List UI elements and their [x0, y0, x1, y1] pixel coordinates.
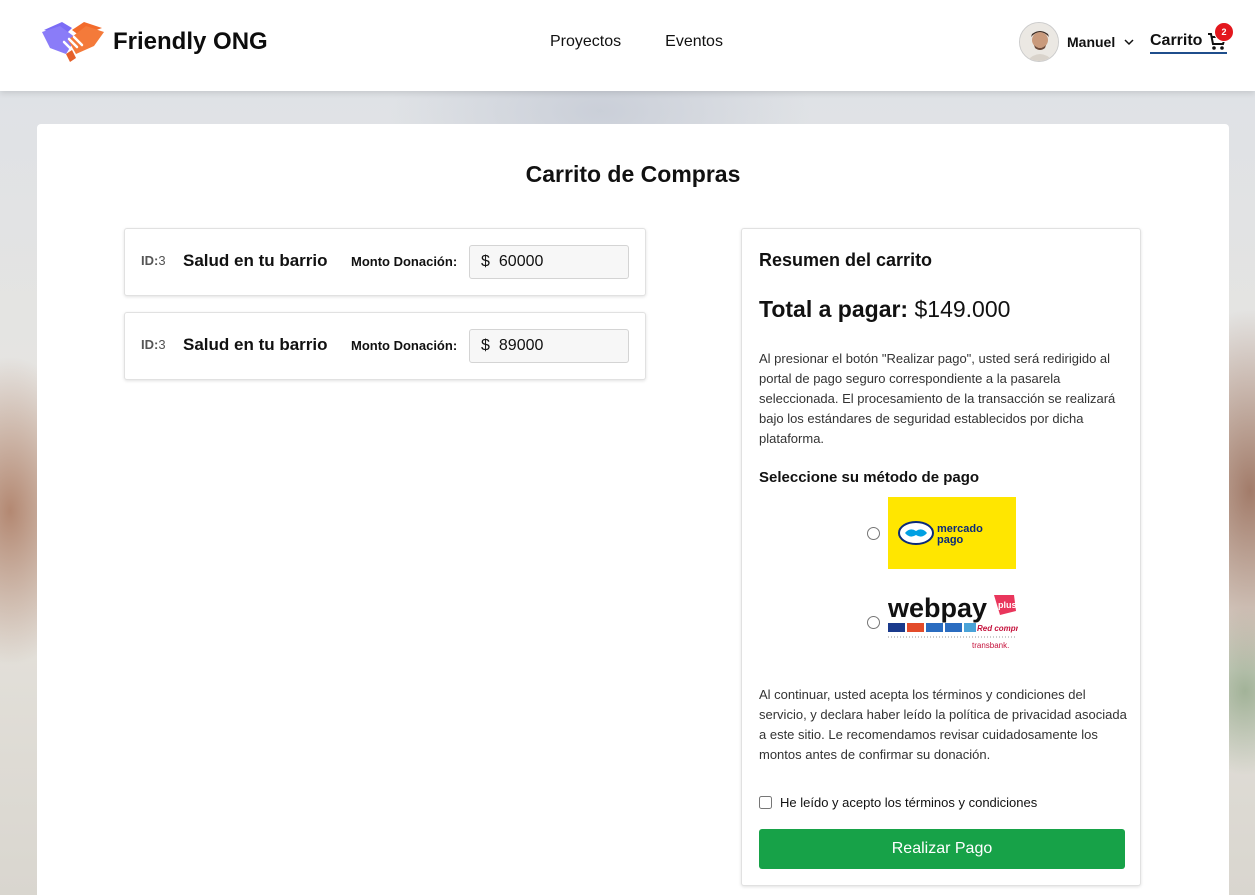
mercadopago-handshake-icon: mercado pago	[898, 521, 983, 546]
total-to-pay: Total a pagar: $149.000	[759, 296, 1010, 323]
handshake-logo-icon	[42, 22, 104, 62]
brand[interactable]: Friendly ONG	[42, 20, 268, 64]
item-title: Salud en tu barrio	[183, 335, 328, 354]
amount-field[interactable]: $	[469, 245, 629, 279]
payment-option-mercadopago[interactable]: mercado pago	[867, 497, 1016, 569]
cart-item: ID:3 Salud en tu barrio Monto Donación: …	[124, 312, 646, 380]
cart-label: Carrito	[1150, 32, 1203, 49]
cart-card: Carrito de Compras ID:3 Salud en tu barr…	[37, 124, 1229, 895]
payment-option-webpay[interactable]: webpay plus Red compra transbank.	[867, 591, 1024, 653]
currency-symbol: $	[481, 337, 490, 354]
nav-proyectos[interactable]: Proyectos	[550, 33, 621, 51]
item-id: ID:3	[141, 337, 166, 352]
mercadopago-radio[interactable]	[867, 526, 880, 540]
accept-terms[interactable]: He leído y acepto los términos y condici…	[759, 795, 1037, 810]
cart-item: ID:3 Salud en tu barrio Monto Donación: …	[124, 228, 646, 296]
summary-title: Resumen del carrito	[759, 250, 933, 270]
item-title: Salud en tu barrio	[183, 251, 328, 270]
item-id-value: 3	[158, 253, 166, 268]
webpay-radio[interactable]	[867, 615, 880, 629]
user-name: Manuel	[1067, 34, 1116, 50]
cart-summary: Resumen del carrito Total a pagar: $149.…	[741, 228, 1141, 886]
top-navbar: Friendly ONG Proyectos Eventos Manuel Ca…	[0, 0, 1255, 91]
mercadopago-logo: mercado pago	[888, 497, 1016, 569]
currency-symbol: $	[481, 253, 490, 270]
brand-name: Friendly ONG	[113, 28, 268, 55]
amount-label: Monto Donación:	[351, 254, 458, 269]
total-label: Total a pagar:	[759, 296, 909, 322]
redirect-info-text: Al presionar el botón "Realizar pago", u…	[759, 351, 1116, 446]
nav-eventos[interactable]: Eventos	[665, 33, 723, 51]
terms-info-text: Al continuar, usted acepta los términos …	[759, 687, 1127, 762]
webpay-brand-icon: webpay plus Red compra transbank.	[887, 593, 1024, 650]
page-title: Carrito de Compras	[525, 161, 741, 187]
item-id: ID:3	[141, 253, 166, 268]
mp-line2: pago	[937, 534, 964, 546]
avatar	[1019, 22, 1059, 62]
cart-count-badge: 2	[1214, 22, 1234, 42]
pay-button[interactable]: Realizar Pago	[759, 829, 1125, 869]
accept-terms-checkbox[interactable]	[759, 796, 772, 809]
accept-terms-label: He leído y acepto los términos y condici…	[780, 795, 1038, 810]
item-id-value: 3	[158, 337, 166, 352]
user-menu[interactable]: Manuel	[1019, 22, 1135, 62]
wp-cards: Red compra	[977, 624, 1018, 633]
main-nav: Proyectos Eventos	[550, 33, 767, 51]
amount-field[interactable]: $	[469, 329, 629, 363]
wp-word: webpay	[888, 593, 987, 623]
wp-plus: plus	[998, 600, 1017, 610]
user-photo-icon	[1020, 23, 1058, 61]
total-value: $149.000	[914, 296, 1011, 322]
item-id-label: ID:	[141, 337, 159, 352]
chevron-down-icon	[1124, 39, 1134, 46]
wp-sub: transbank.	[972, 641, 1009, 650]
amount-input[interactable]	[498, 337, 609, 355]
amount-input[interactable]	[498, 253, 609, 271]
item-id-label: ID:	[141, 253, 159, 268]
webpay-logo: webpay plus Red compra transbank.	[887, 591, 1024, 653]
payment-method-label: Seleccione su método de pago	[759, 469, 980, 486]
amount-label: Monto Donación:	[351, 338, 458, 353]
